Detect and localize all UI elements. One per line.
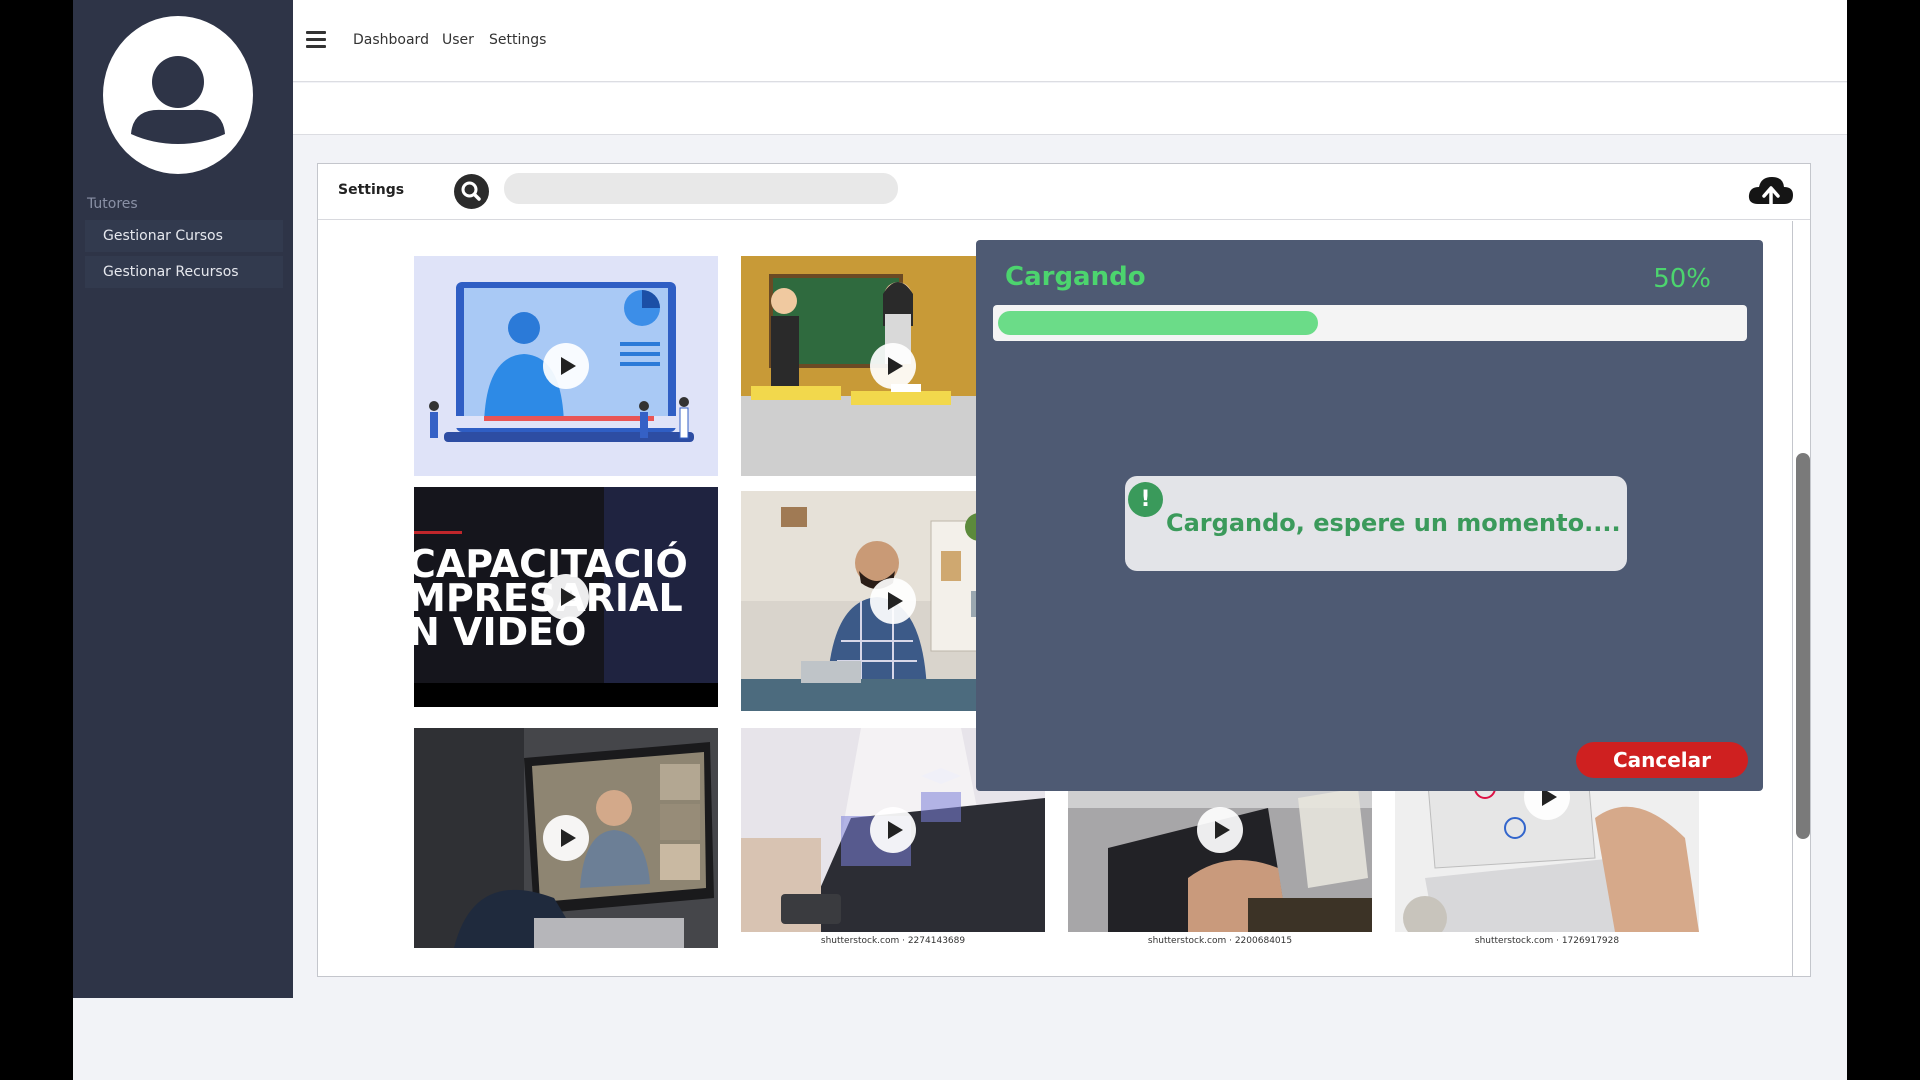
loading-message: Cargando, espere un momento.... bbox=[1166, 509, 1621, 537]
sidebar-item-gestionar-cursos[interactable]: Gestionar Cursos bbox=[85, 220, 283, 252]
cloud-upload-icon[interactable] bbox=[1746, 172, 1796, 212]
video-thumbnail-1[interactable] bbox=[414, 256, 718, 476]
top-header: Dashboard User Settings bbox=[293, 0, 1847, 82]
scrollbar-thumb[interactable] bbox=[1796, 453, 1810, 839]
panel-toolbar: Settings bbox=[318, 164, 1810, 220]
sub-header-bar bbox=[293, 83, 1847, 135]
image-credit: shutterstock.com · 2200684015 bbox=[1147, 936, 1293, 946]
panel-title: Settings bbox=[338, 182, 405, 198]
play-icon[interactable] bbox=[870, 343, 916, 389]
loading-message-box: ! Cargando, espere un momento.... bbox=[1125, 476, 1627, 571]
search-input[interactable] bbox=[504, 173, 898, 204]
sidebar-item-gestionar-recursos[interactable]: Gestionar Recursos bbox=[85, 256, 283, 288]
nav-link-settings[interactable]: Settings bbox=[489, 32, 546, 48]
play-icon[interactable] bbox=[870, 578, 916, 624]
play-icon[interactable] bbox=[1197, 807, 1243, 853]
sidebar-section-label: Tutores bbox=[87, 196, 138, 212]
vertical-scrollbar[interactable] bbox=[1792, 221, 1810, 977]
play-icon[interactable] bbox=[543, 815, 589, 861]
hamburger-menu-icon[interactable] bbox=[306, 31, 326, 49]
play-icon[interactable] bbox=[870, 807, 916, 853]
app-window: Tutores Gestionar Cursos Gestionar Recur… bbox=[73, 0, 1847, 1080]
video-thumbnail-5[interactable] bbox=[414, 728, 718, 948]
play-icon[interactable] bbox=[543, 343, 589, 389]
video-thumbnail-3[interactable]: CAPACITACIÓ MPRESARIAL N VIDEO bbox=[414, 487, 718, 707]
progress-percentage: 50% bbox=[1653, 264, 1711, 294]
alert-icon: ! bbox=[1128, 482, 1163, 517]
nav-link-user[interactable]: User bbox=[442, 32, 474, 48]
progress-bar bbox=[993, 305, 1747, 341]
sidebar: Tutores Gestionar Cursos Gestionar Recur… bbox=[73, 0, 293, 998]
search-icon[interactable] bbox=[454, 174, 489, 209]
cancel-button[interactable]: Cancelar bbox=[1576, 742, 1748, 778]
profile-avatar-icon[interactable] bbox=[103, 16, 253, 174]
image-credit: shutterstock.com · 2274143689 bbox=[820, 936, 966, 946]
progress-bar-fill bbox=[998, 311, 1318, 335]
image-credit: shutterstock.com · 1726917928 bbox=[1474, 936, 1620, 946]
nav-link-dashboard[interactable]: Dashboard bbox=[353, 32, 429, 48]
upload-progress-modal: Cargando 50% ! Cargando, espere un momen… bbox=[976, 240, 1763, 791]
modal-title: Cargando bbox=[1005, 262, 1146, 292]
play-icon[interactable] bbox=[543, 574, 589, 620]
